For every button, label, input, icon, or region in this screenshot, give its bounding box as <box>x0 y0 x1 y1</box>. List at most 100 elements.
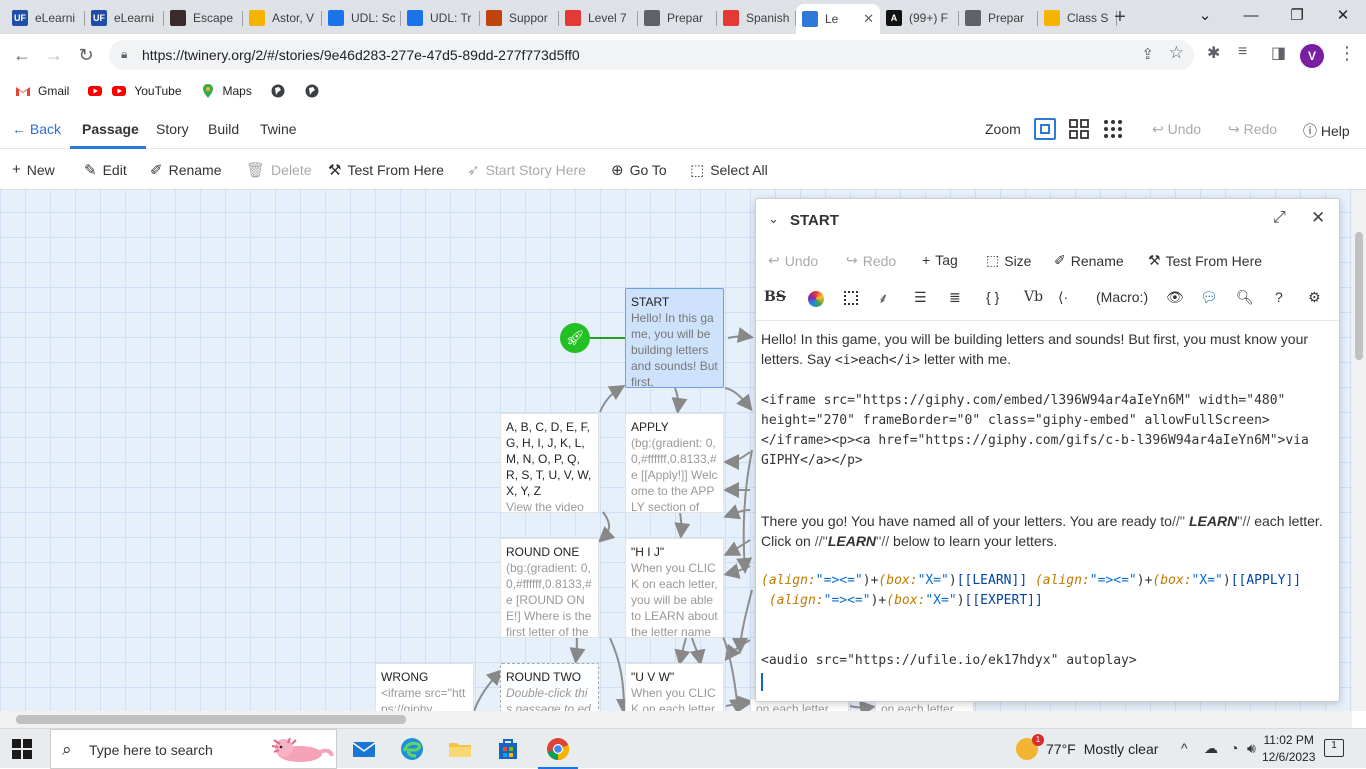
back-arrow-icon[interactable]: ← <box>8 41 36 69</box>
bookmark-maps[interactable]: Maps <box>200 83 252 99</box>
editor-undo-button[interactable]: ↩ Undo <box>768 252 818 269</box>
browser-tab[interactable]: Escape <box>164 4 243 32</box>
system-clock[interactable]: 11:02 PM 12/6/2023 <box>1262 732 1315 766</box>
notification-center-icon[interactable]: 1 <box>1324 739 1344 757</box>
size-button[interactable]: ⬚ Size <box>986 252 1031 269</box>
tab-story[interactable]: Story <box>156 121 189 137</box>
edit-passage-button[interactable]: ✎ Edit <box>84 161 127 179</box>
browser-tab[interactable]: UF eLearni <box>6 4 85 32</box>
mail-taskbar-icon[interactable] <box>350 735 378 763</box>
color-wheel-icon[interactable] <box>808 291 824 307</box>
passage-card-round-two[interactable]: ROUND TWO Double-click this passage to e… <box>500 663 599 711</box>
file-explorer-taskbar-icon[interactable] <box>446 735 474 763</box>
test-from-here-button[interactable]: ⚒ Test From Here <box>328 161 444 179</box>
scroll-thumb[interactable] <box>1355 232 1363 360</box>
browser-tab[interactable]: Astor, V <box>243 4 322 32</box>
close-window-button[interactable]: ✕ <box>1320 0 1366 30</box>
passage-card-round-one[interactable]: ROUND ONE (bg:(gradient: 0, 0,#ffffff,0.… <box>500 538 599 638</box>
address-bar[interactable]: 🔒︎ https://twinery.org/2/#/stories/9e46d… <box>109 40 1194 70</box>
border-icon[interactable] <box>844 291 858 305</box>
help-button[interactable]: ⓘ Help <box>1303 121 1350 141</box>
taskbar-search-box[interactable]: ⌕ Type here to search <box>50 729 337 769</box>
collapse-chevron-icon[interactable]: ⌄ <box>768 211 779 227</box>
extensions-icon[interactable]: ✱ <box>1207 43 1220 63</box>
special-icon[interactable]: ⸙ <box>878 289 889 308</box>
share-icon[interactable]: ⇪ <box>1141 45 1154 63</box>
redo-button[interactable]: ↪ Redo <box>1228 121 1277 138</box>
volume-icon[interactable]: 🔊︎ <box>1247 740 1256 757</box>
browser-tab[interactable]: Prepar <box>638 4 717 32</box>
passage-text-editor[interactable]: Hello! In this game, you will be buildin… <box>756 320 1339 701</box>
search-icon[interactable]: 🔍︎ <box>1236 289 1254 306</box>
comment-icon[interactable]: 💬︎ <box>1200 289 1218 306</box>
browser-tab-active[interactable]: Le ✕ <box>796 4 880 34</box>
zoom-small-icon[interactable] <box>1102 118 1124 140</box>
media-icon[interactable]: ≡ <box>1238 43 1247 61</box>
browser-tab[interactable]: Suppor <box>480 4 559 32</box>
close-dialog-icon[interactable]: ✕ <box>1311 208 1325 228</box>
macro-menu[interactable]: (Macro:) <box>1096 289 1148 305</box>
tab-build[interactable]: Build <box>208 121 239 137</box>
help-question-icon[interactable]: ? <box>1275 289 1283 305</box>
align-icon[interactable]: ≣ <box>949 289 961 306</box>
forward-arrow-icon[interactable]: → <box>40 41 68 69</box>
passage-card-wrong[interactable]: WRONG <iframe src="https://giphy <box>375 663 474 711</box>
bookmark-star-icon[interactable]: ☆ <box>1169 43 1184 63</box>
zoom-100-button[interactable] <box>1034 118 1056 140</box>
browser-tab[interactable]: UDL: Sc <box>322 4 401 32</box>
maximize-button[interactable]: ❐ <box>1274 0 1320 30</box>
passage-card-hij[interactable]: "H I J" When you CLICK on each letter, y… <box>625 538 724 638</box>
vertical-scrollbar[interactable] <box>1352 190 1366 711</box>
side-panel-icon[interactable]: ◨ <box>1271 43 1286 63</box>
new-tab-button[interactable]: + <box>1108 5 1132 29</box>
editor-redo-button[interactable]: ↪ Redo <box>846 252 896 269</box>
tab-passage[interactable]: Passage <box>82 121 139 137</box>
browser-tab[interactable]: Prepar <box>959 4 1038 32</box>
bookmark-youtube-labelled[interactable]: YouTube <box>111 83 182 99</box>
chrome-taskbar-icon[interactable] <box>538 735 578 769</box>
zoom-medium-icon[interactable] <box>1068 118 1090 140</box>
add-tag-button[interactable]: + Tag <box>922 252 958 268</box>
bookmark-globe-1[interactable] <box>270 83 286 99</box>
bookmark-globe-2[interactable] <box>304 83 320 99</box>
browser-tab[interactable]: Spanish <box>717 4 796 32</box>
scroll-thumb[interactable] <box>16 715 406 724</box>
passage-card-uvw[interactable]: "U V W" When you CLICK on each letter <box>625 663 724 711</box>
browser-tab[interactable]: A (99+) F <box>880 4 959 32</box>
horizontal-scrollbar[interactable] <box>0 711 1352 728</box>
browser-tab[interactable]: Class S <box>1038 4 1117 32</box>
bold-strike-icon[interactable]: BS <box>764 289 786 305</box>
show-hidden-icons-chevron-icon[interactable]: ^ <box>1181 740 1188 756</box>
maximize-dialog-icon[interactable]: ⤢ <box>1273 209 1286 227</box>
passage-card-start[interactable]: START Hello! In this game, you will be b… <box>625 288 724 388</box>
windows-start-icon[interactable] <box>12 739 32 759</box>
bookmark-youtube[interactable] <box>87 83 103 99</box>
editor-test-from-here-button[interactable]: ⚒ Test From Here <box>1148 252 1262 269</box>
browser-tab[interactable]: Level 7 <box>559 4 638 32</box>
tab-search-icon[interactable]: ⌄ <box>1182 0 1228 30</box>
new-passage-button[interactable]: + New <box>12 161 55 178</box>
close-tab-icon[interactable]: ✕ <box>863 11 874 27</box>
start-story-here-button[interactable]: ➶ Start Story Here <box>467 161 586 179</box>
hook-icon[interactable]: ⟨· <box>1058 289 1068 306</box>
select-all-button[interactable]: ⬚ Select All <box>690 161 768 179</box>
passage-card-alphabet[interactable]: A, B, C, D, E, F, G, H, I, J, K, L, M, N… <box>500 413 599 513</box>
minimize-button[interactable]: — <box>1228 0 1274 30</box>
delete-passage-button[interactable]: 🗑︎ Delete <box>246 161 312 179</box>
undo-button[interactable]: ↩ Undo <box>1152 121 1201 138</box>
eye-icon[interactable]: 👁︎ <box>1166 289 1184 306</box>
browser-tab[interactable]: UF eLearni <box>85 4 164 32</box>
passage-card-apply[interactable]: APPLY (bg:(gradient: 0, 0,#ffffff,0.8133… <box>625 413 724 513</box>
wifi-icon[interactable]: ◔ <box>1230 740 1238 756</box>
chrome-menu-icon[interactable]: ⋮ <box>1338 43 1356 64</box>
editor-rename-button[interactable]: ✐ Rename <box>1054 252 1124 269</box>
bookmark-gmail[interactable]: Gmail <box>15 83 69 99</box>
profile-avatar[interactable]: V <box>1300 44 1324 68</box>
edge-taskbar-icon[interactable] <box>398 735 426 763</box>
variable-icon[interactable]: Vb <box>1024 289 1043 305</box>
back-button[interactable]: ← Back <box>12 121 61 137</box>
list-icon[interactable]: ☰ <box>914 289 927 306</box>
weather-widget[interactable]: 1 77°F Mostly clear <box>1016 734 1158 760</box>
cloud-icon[interactable]: ☁ <box>1204 740 1218 757</box>
store-taskbar-icon[interactable] <box>494 735 522 763</box>
